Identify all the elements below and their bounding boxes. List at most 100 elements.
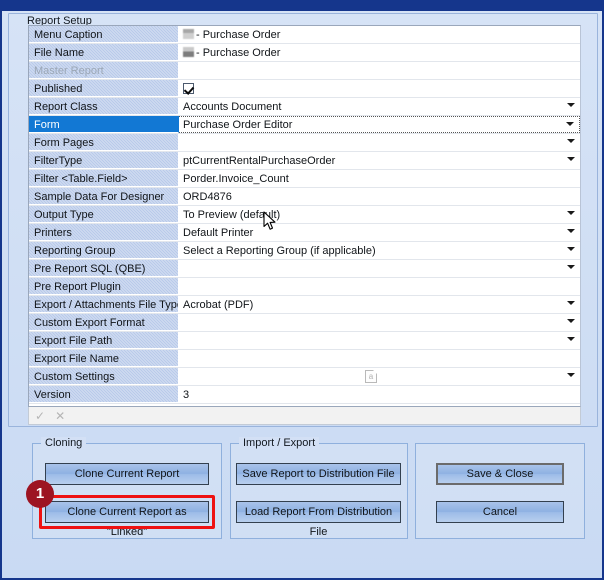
property-label: Reporting Group [29, 242, 179, 259]
property-label: Custom Export Format [29, 314, 179, 331]
property-label: Master Report [29, 62, 179, 79]
property-row[interactable]: Reporting Group Select a Reporting Group … [29, 242, 580, 260]
window-title-strip [2, 5, 604, 11]
property-value-cell[interactable] [179, 80, 580, 97]
chevron-down-icon[interactable] [567, 319, 575, 323]
property-row[interactable]: Pre Report SQL (QBE) [29, 260, 580, 278]
property-row[interactable]: Pre Report Plugin [29, 278, 580, 296]
chevron-down-icon[interactable] [567, 103, 575, 107]
load-report-from-distribution-file-button[interactable]: Load Report From Distribution File [236, 501, 401, 523]
property-label: Form Pages [29, 134, 179, 151]
property-value-cell[interactable]: Default Printer [179, 224, 580, 241]
property-value-cell[interactable]: - Purchase Order [179, 26, 580, 43]
checkbox-checked-icon[interactable] [183, 83, 194, 94]
property-value-cell[interactable] [179, 350, 580, 367]
chevron-down-icon[interactable] [567, 265, 575, 269]
property-row[interactable]: Form Pages [29, 134, 580, 152]
property-value-text: To Preview (default) [183, 209, 280, 221]
clone-current-report-as-linked-button[interactable]: Clone Current Report as "Linked" [45, 501, 209, 523]
save-report-to-distribution-file-button[interactable]: Save Report to Distribution File [236, 463, 401, 485]
property-label: FilterType [29, 152, 179, 169]
property-row[interactable]: Report Class Accounts Document [29, 98, 580, 116]
page-a-icon[interactable]: a [365, 370, 377, 383]
property-label: Pre Report SQL (QBE) [29, 260, 179, 277]
property-value-cell[interactable] [179, 134, 580, 151]
property-label: Output Type [29, 206, 179, 223]
property-value-cell[interactable] [179, 332, 580, 349]
property-value-cell[interactable]: - Purchase Order [179, 44, 580, 61]
property-value-text: Porder.Invoice_Count [183, 173, 289, 185]
property-value-text: - Purchase Order [196, 47, 280, 59]
property-row[interactable]: Version3 [29, 386, 580, 404]
property-value-cell[interactable]: Acrobat (PDF) [179, 296, 580, 313]
chevron-down-icon[interactable] [567, 247, 575, 251]
redacted-chip-icon [183, 29, 194, 39]
chevron-down-icon[interactable] [567, 211, 575, 215]
property-label: Report Class [29, 98, 179, 115]
property-value-cell[interactable]: ptCurrentRentalPurchaseOrder [179, 152, 580, 169]
cloning-group-label: Cloning [41, 437, 86, 449]
property-row[interactable]: Custom Export Format [29, 314, 580, 332]
import-export-group-label: Import / Export [239, 437, 319, 449]
property-value-text: Accounts Document [183, 101, 281, 113]
property-label: Custom Settings [29, 368, 179, 385]
chevron-down-icon[interactable] [566, 122, 574, 126]
property-value-text: Purchase Order Editor [183, 119, 292, 131]
accept-check-icon[interactable]: ✓ [35, 410, 45, 422]
property-value-cell[interactable] [179, 314, 580, 331]
property-value-cell[interactable]: 3 [179, 386, 580, 403]
property-value-cell[interactable]: a [179, 368, 580, 385]
property-row[interactable]: FilterTypeptCurrentRentalPurchaseOrder [29, 152, 580, 170]
report-setup-window: Report Setup Menu Caption- Purchase Orde… [0, 0, 604, 580]
property-row[interactable]: Custom Settings a [29, 368, 580, 386]
property-label: Sample Data For Designer [29, 188, 179, 205]
chevron-down-icon[interactable] [567, 229, 575, 233]
property-label: Form [29, 116, 179, 133]
property-row[interactable]: Filter <Table.Field> Porder.Invoice_Count [29, 170, 580, 188]
clone-current-report-button[interactable]: Clone Current Report [45, 463, 209, 485]
property-row[interactable]: Menu Caption- Purchase Order [29, 26, 580, 44]
property-row[interactable]: PrintersDefault Printer [29, 224, 580, 242]
property-label: Export / Attachments File Type [29, 296, 179, 313]
property-row[interactable]: Output Type To Preview (default) [29, 206, 580, 224]
property-row[interactable]: Export / Attachments File Type Acrobat (P… [29, 296, 580, 314]
property-row[interactable]: Export File Name [29, 350, 580, 368]
chevron-down-icon[interactable] [567, 301, 575, 305]
property-grid-footer: ✓ ✕ [28, 407, 581, 425]
property-value-cell[interactable] [179, 278, 580, 295]
property-value-text: Select a Reporting Group (if applicable) [183, 245, 376, 257]
property-grid[interactable]: Menu Caption- Purchase OrderFile Name- P… [28, 25, 581, 407]
property-value-text: - Purchase Order [196, 29, 280, 41]
property-label: Printers [29, 224, 179, 241]
property-value-text: 3 [183, 389, 189, 401]
property-row[interactable]: File Name- Purchase Order [29, 44, 580, 62]
property-row[interactable]: Form Purchase Order Editor [29, 116, 580, 134]
property-value-cell[interactable]: Accounts Document [179, 98, 580, 115]
property-value-cell[interactable]: To Preview (default) [179, 206, 580, 223]
property-label: Filter <Table.Field> [29, 170, 179, 187]
property-value-cell[interactable]: Select a Reporting Group (if applicable) [179, 242, 580, 259]
chevron-down-icon[interactable] [567, 373, 575, 377]
property-value-cell[interactable]: Purchase Order Editor [179, 116, 580, 133]
property-row[interactable]: Export File Path [29, 332, 580, 350]
property-value-cell[interactable] [179, 260, 580, 277]
save-and-close-button[interactable]: Save & Close [436, 463, 564, 485]
property-value-cell[interactable]: Porder.Invoice_Count [179, 170, 580, 187]
actions-groupbox [415, 443, 585, 539]
property-row[interactable]: Published [29, 80, 580, 98]
redacted-chip-icon [183, 47, 194, 57]
property-label: Export File Name [29, 350, 179, 367]
cancel-x-icon[interactable]: ✕ [55, 410, 65, 422]
property-value-cell[interactable]: ORD4876 [179, 188, 580, 205]
property-row[interactable]: Sample Data For Designer ORD4876 [29, 188, 580, 206]
chevron-down-icon[interactable] [567, 157, 575, 161]
property-value-cell[interactable] [179, 62, 580, 79]
property-label: Pre Report Plugin [29, 278, 179, 295]
property-row[interactable]: Master Report [29, 62, 580, 80]
property-value-text: ORD4876 [183, 191, 232, 203]
property-value-text: Acrobat (PDF) [183, 299, 253, 311]
chevron-down-icon[interactable] [567, 139, 575, 143]
chevron-down-icon[interactable] [567, 337, 575, 341]
property-label: Published [29, 80, 179, 97]
cancel-button[interactable]: Cancel [436, 501, 564, 523]
